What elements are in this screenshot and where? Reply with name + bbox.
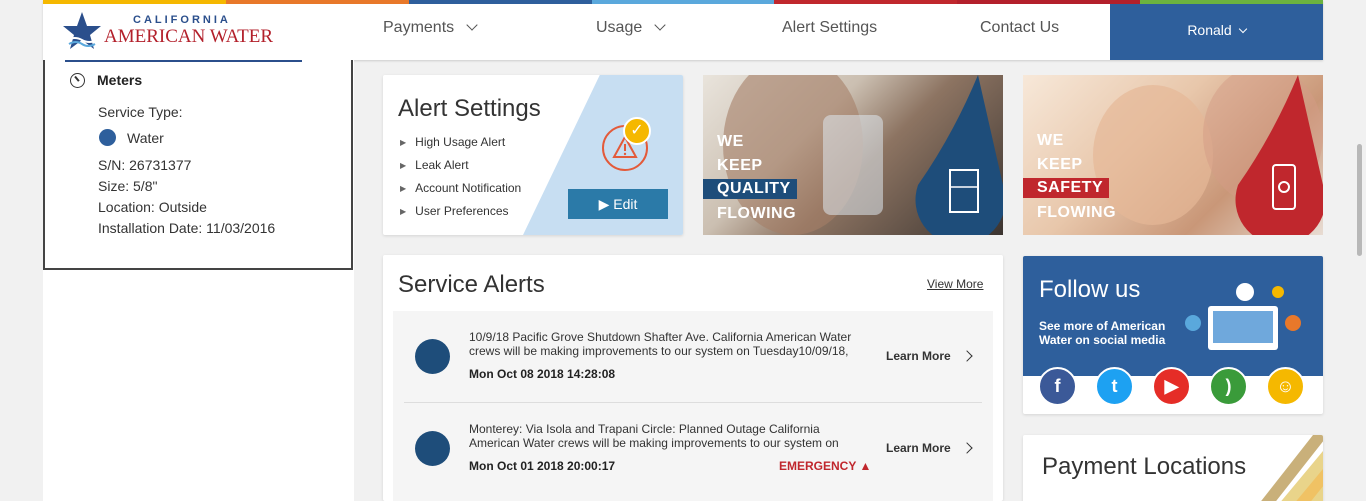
edit-alerts-button[interactable]: ▶ Edit	[568, 189, 668, 219]
map-swatch-icon	[1261, 435, 1323, 501]
alert-setting-item: Leak Alert	[400, 158, 521, 181]
meters-title: Meters	[97, 72, 143, 88]
nav-usage-label: Usage	[596, 19, 643, 36]
nav-alert-settings[interactable]: Alert Settings	[782, 19, 877, 37]
promo-line: WE	[717, 133, 744, 150]
payment-locations-card[interactable]: Payment Locations	[1023, 435, 1323, 501]
facebook-icon[interactable]: f	[1038, 367, 1077, 406]
youtube-icon[interactable]: ▶	[1152, 367, 1191, 406]
chevron-right-icon	[961, 350, 973, 362]
star-logo-icon	[63, 12, 101, 49]
learn-more-label: Learn More	[886, 349, 951, 363]
water-tap-icon	[415, 431, 450, 466]
nav-usage[interactable]: Usage	[596, 19, 666, 37]
service-alerts-title: Service Alerts	[398, 271, 545, 298]
twitter-icon[interactable]: t	[1095, 367, 1134, 406]
list-item: 10/9/18 Pacific Grove Shutdown Shafter A…	[404, 311, 982, 401]
emergency-label: EMERGENCY	[779, 459, 857, 473]
meter-serial: S/N: 26731377	[98, 157, 192, 173]
alert-text: 10/9/18 Pacific Grove Shutdown Shafter A…	[469, 330, 852, 358]
alert-text: Monterey: Via Isola and Trapani Circle: …	[469, 422, 839, 450]
water-tap-icon	[99, 129, 116, 146]
social-media-illustration	[1185, 283, 1301, 350]
learn-more-label: Learn More	[886, 441, 951, 455]
alert-settings-list: High Usage Alert Leak Alert Account Noti…	[400, 135, 521, 227]
nextdoor-icon[interactable]: ☺	[1266, 367, 1305, 406]
view-more-link[interactable]: View More	[927, 277, 983, 291]
promo-quality-banner[interactable]: WE KEEP QUALITY FLOWING	[703, 75, 1003, 235]
company-logo[interactable]: CALIFORNIA AMERICAN WATER	[61, 10, 281, 52]
promo-line: KEEP	[717, 157, 763, 174]
alert-date: Mon Oct 08 2018 14:28:08	[469, 367, 616, 381]
strip-segment	[774, 0, 958, 4]
edit-label: Edit	[613, 196, 638, 212]
strip-segment	[43, 0, 226, 4]
page-scrollbar[interactable]	[1357, 144, 1362, 256]
service-alerts-list: 10/9/18 Pacific Grove Shutdown Shafter A…	[393, 311, 993, 501]
follow-us-text: See more of American Water on social med…	[1039, 319, 1166, 347]
logo-california-text: CALIFORNIA	[133, 14, 231, 26]
alert-setting-item: Account Notification	[400, 181, 521, 204]
follow-us-title: Follow us	[1039, 276, 1141, 303]
service-alerts-card: Service Alerts View More 10/9/18 Pacific…	[383, 255, 1003, 501]
strip-segment	[591, 0, 775, 4]
panel-accent-line	[65, 60, 302, 62]
learn-more-link[interactable]: Learn More	[886, 441, 973, 455]
alert-settings-title: Alert Settings	[398, 95, 541, 122]
left-sidebar: Meters Service Type: Water S/N: 26731377…	[43, 60, 354, 501]
water-tap-icon	[415, 339, 450, 374]
top-navigation: CALIFORNIA AMERICAN WATER Payments Usage…	[43, 0, 1324, 60]
nav-contact-us-label: Contact Us	[980, 19, 1060, 36]
service-type-label: Service Type:	[98, 104, 183, 120]
list-item: Monterey: Via Isola and Trapani Circle: …	[404, 402, 982, 492]
strip-segment	[408, 0, 592, 4]
alert-setting-item: User Preferences	[400, 204, 521, 227]
promo-highlight: QUALITY	[703, 179, 797, 199]
learn-more-link[interactable]: Learn More	[886, 349, 973, 363]
logo-american-water-text: AMERICAN WATER	[104, 26, 274, 47]
alert-settings-card: Alert Settings High Usage Alert Leak Ale…	[383, 75, 683, 235]
meters-panel: Meters Service Type: Water S/N: 26731377…	[43, 60, 353, 270]
promo-highlight: SAFETY	[1023, 178, 1110, 198]
nav-payments-label: Payments	[383, 19, 455, 36]
chevron-down-icon	[1238, 24, 1247, 34]
nav-payments[interactable]: Payments	[383, 19, 478, 37]
user-name: Ronald	[1187, 22, 1232, 38]
promo-line: WE	[1037, 132, 1064, 149]
play-icon: ▶	[598, 196, 614, 212]
emergency-badge: EMERGENCY ▲	[779, 459, 871, 473]
warning-icon: ▲	[859, 459, 872, 473]
promo-line: FLOWING	[1037, 204, 1117, 221]
strip-segment	[225, 0, 409, 4]
chevron-down-icon	[654, 19, 666, 31]
promo-safety-banner[interactable]: WE KEEP SAFETY FLOWING	[1023, 75, 1323, 235]
alert-setting-item: High Usage Alert	[400, 135, 521, 158]
follow-us-card: Follow us See more of American Water on …	[1023, 256, 1323, 414]
meter-install-date: Installation Date: 11/03/2016	[98, 220, 276, 236]
nav-contact-us[interactable]: Contact Us	[980, 19, 1059, 37]
promo-line: FLOWING	[717, 205, 797, 222]
meter-size: Size: 5/8"	[98, 178, 158, 194]
chevron-right-icon	[961, 442, 973, 454]
chevron-down-icon	[466, 19, 478, 31]
service-type-value: Water	[127, 130, 164, 146]
checkmark-icon: ✓	[623, 117, 651, 145]
rss-icon[interactable]: )	[1209, 367, 1248, 406]
gauge-icon	[70, 73, 85, 88]
user-menu-button[interactable]: Ronald	[1110, 4, 1323, 60]
promo-line: KEEP	[1037, 156, 1083, 173]
alert-date: Mon Oct 01 2018 20:00:17	[469, 459, 616, 473]
nav-alert-settings-label: Alert Settings	[782, 19, 878, 36]
meter-location: Location: Outside	[98, 199, 207, 215]
payment-locations-title: Payment Locations	[1042, 453, 1247, 480]
